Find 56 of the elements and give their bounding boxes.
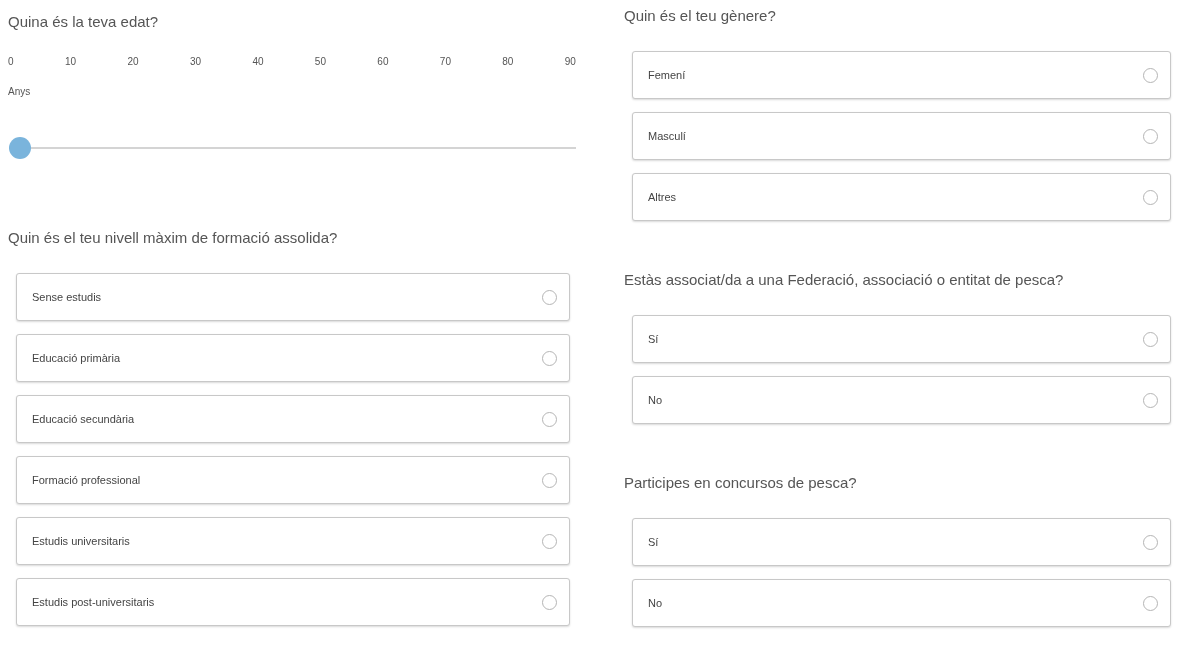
option-label: No [648,597,663,609]
radio-button[interactable] [1143,67,1158,83]
option-label: Estudis universitaris [32,535,130,547]
option-label: No [648,394,663,406]
answer-option[interactable]: No [632,376,1171,424]
radio-button[interactable] [542,533,557,549]
radio-button[interactable] [1143,128,1158,144]
slider-thumb[interactable] [9,137,31,159]
option-label: Femení [648,69,686,81]
option-label: Altres [648,191,677,203]
radio-button[interactable] [1143,331,1158,347]
radio-button[interactable] [542,594,557,610]
option-label: Sense estudis [32,291,102,303]
radio-button[interactable] [1143,392,1158,408]
radio-button[interactable] [542,472,557,488]
question-title: Quina és la teva edat? [8,13,160,30]
answer-option[interactable]: Educació primària [16,334,570,382]
tick-label: 0 [8,56,14,67]
answer-option[interactable]: Sense estudis [16,273,570,321]
answer-option[interactable]: Masculí [632,112,1171,160]
answer-option[interactable]: Estudis post-universitaris [16,578,570,626]
option-label: Sí [648,536,659,548]
radio-button[interactable] [1143,189,1158,205]
answer-option[interactable]: Sí [632,315,1171,363]
answer-option[interactable]: Altres [632,173,1171,221]
option-label: Educació primària [32,352,121,364]
radio-button[interactable] [542,411,557,427]
question-title: Participes en concursos de pesca? [624,474,858,491]
option-label: Educació secundària [32,413,135,425]
tick-label: 10 [64,56,77,67]
answer-option[interactable]: No [632,579,1171,627]
radio-button[interactable] [1143,595,1158,611]
tick-label: 50 [314,56,326,67]
radio-button[interactable] [1143,534,1158,550]
option-label: Masculí [648,130,686,142]
radio-button[interactable] [542,289,557,305]
tick-label: 40 [252,56,264,67]
tick-label: 90 [564,56,576,67]
tick-label: 80 [502,56,514,67]
answer-option[interactable]: Educació secundària [16,395,570,443]
option-label: Formació professional [32,474,141,486]
option-label: Sí [648,333,659,345]
tick-label: 20 [127,56,139,67]
question-title: Quin és el teu nivell màxim de formació assolida? [8,229,339,246]
answer-option[interactable]: Femení [632,51,1171,99]
question-title: Quin és el teu gènere? [624,7,777,24]
answer-option[interactable]: Estudis universitaris [16,517,570,565]
unit-label: Anys [8,86,31,97]
tick-label: 60 [377,56,389,67]
answer-option[interactable]: Sí [632,518,1171,566]
answer-option[interactable]: Formació professional [16,456,570,504]
radio-button[interactable] [542,350,557,366]
question-title: Estàs associat/da a una Federació, associació o entitat de pesca? [624,271,1065,288]
tick-label: 30 [189,56,201,67]
tick-label: 70 [439,56,451,67]
option-label: Estudis post-universitaris [32,596,155,608]
